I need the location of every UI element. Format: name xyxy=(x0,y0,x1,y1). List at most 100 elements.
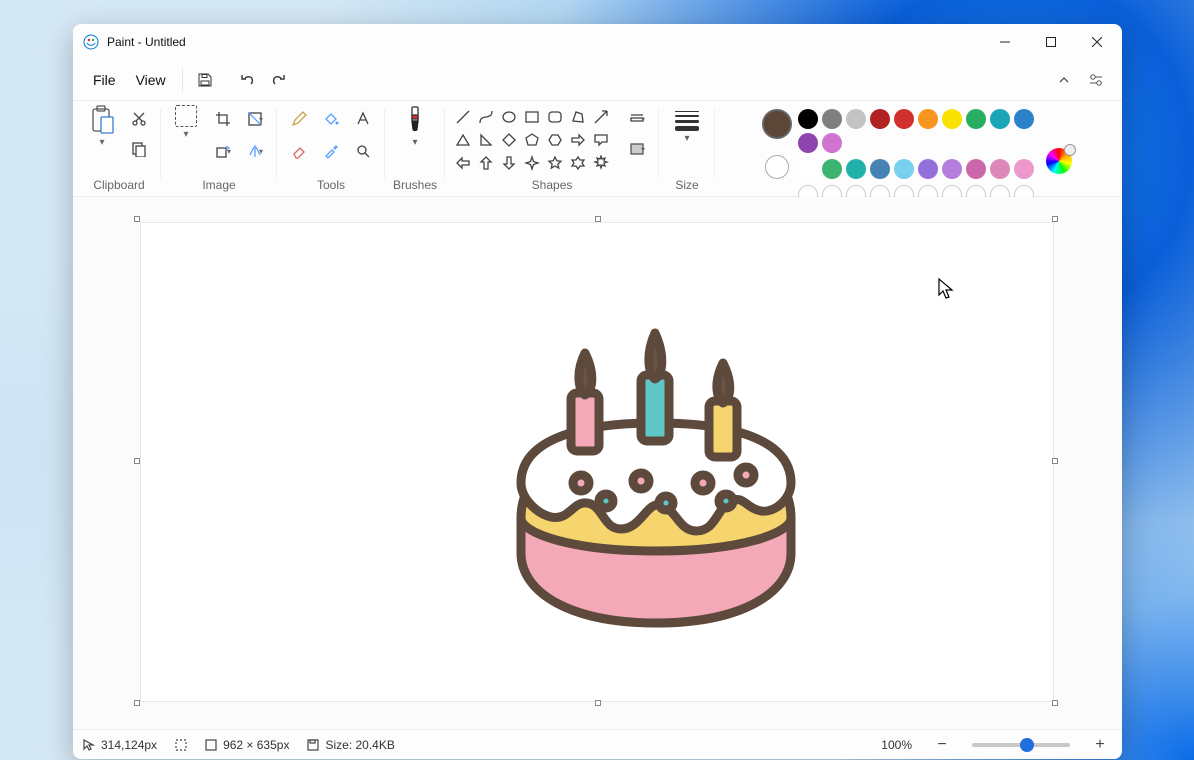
paste-button[interactable]: ▾ xyxy=(85,105,119,148)
group-label: Tools xyxy=(317,174,345,196)
shape-hexagon[interactable] xyxy=(545,130,565,150)
shape-oval[interactable] xyxy=(499,107,519,127)
settings-button[interactable] xyxy=(1080,64,1112,96)
edit-colors-button[interactable] xyxy=(1046,148,1072,174)
shape-star6[interactable] xyxy=(568,153,588,173)
color-swatch[interactable] xyxy=(798,133,818,153)
maximize-button[interactable] xyxy=(1028,24,1074,60)
coords-text: 314,124px xyxy=(101,738,157,752)
eraser-tool[interactable] xyxy=(285,137,313,165)
color-swatch[interactable] xyxy=(822,133,842,153)
dims-text: 962 × 635px xyxy=(223,738,289,752)
titlebar: Paint - Untitled xyxy=(73,24,1122,60)
resize-handle[interactable] xyxy=(1052,700,1058,706)
shape-fill-button[interactable]: ▾ xyxy=(623,135,651,163)
color-swatch[interactable] xyxy=(798,159,818,179)
shape-roundrect[interactable] xyxy=(545,107,565,127)
group-tools: Tools xyxy=(277,101,385,196)
color-swatch[interactable] xyxy=(918,109,938,129)
size-picker[interactable]: ▾ xyxy=(667,105,707,144)
paint-app-icon xyxy=(83,34,99,50)
shape-polygon[interactable] xyxy=(568,107,588,127)
color-swatch[interactable] xyxy=(798,109,818,129)
zoom-in-button[interactable]: + xyxy=(1088,737,1112,753)
canvas-area xyxy=(73,197,1122,729)
shape-curve[interactable] xyxy=(476,107,496,127)
shape-pentagon[interactable] xyxy=(522,130,542,150)
color-swatch[interactable] xyxy=(1014,109,1034,129)
group-clipboard: ▾ Clipboard xyxy=(77,101,161,196)
close-button[interactable] xyxy=(1074,24,1120,60)
minimize-button[interactable] xyxy=(982,24,1028,60)
zoom-out-button[interactable]: − xyxy=(930,737,954,753)
resize-handle[interactable] xyxy=(1052,458,1058,464)
pencil-tool[interactable] xyxy=(285,105,313,133)
resize-handle[interactable] xyxy=(134,458,140,464)
chevron-down-icon: ▾ xyxy=(685,133,690,144)
resize-handle[interactable] xyxy=(595,216,601,222)
shapes-gallery[interactable] xyxy=(453,105,611,173)
color-swatch[interactable] xyxy=(918,159,938,179)
color-swatch[interactable] xyxy=(822,109,842,129)
crop-button[interactable] xyxy=(209,105,237,133)
status-selection xyxy=(175,739,187,751)
color-swatch[interactable] xyxy=(894,109,914,129)
text-tool[interactable] xyxy=(349,105,377,133)
shape-triangle[interactable] xyxy=(453,130,473,150)
color-swatch[interactable] xyxy=(966,109,986,129)
shape-diamond[interactable] xyxy=(499,130,519,150)
color-swatch[interactable] xyxy=(870,109,890,129)
line-weights-icon xyxy=(675,111,699,131)
resize-handle[interactable] xyxy=(134,700,140,706)
menubar: File View xyxy=(73,60,1122,100)
fill-tool[interactable] xyxy=(317,105,345,133)
menu-view[interactable]: View xyxy=(126,66,176,94)
color-swatch[interactable] xyxy=(942,159,962,179)
menu-file[interactable]: File xyxy=(83,66,126,94)
shape-arrow-right[interactable] xyxy=(568,130,588,150)
cut-button[interactable] xyxy=(125,105,153,133)
color-picker-tool[interactable] xyxy=(317,137,345,165)
shape-star4[interactable] xyxy=(522,153,542,173)
shape-callout[interactable] xyxy=(591,130,611,150)
resize-handle[interactable] xyxy=(1052,216,1058,222)
color-swatch[interactable] xyxy=(894,159,914,179)
zoom-slider[interactable] xyxy=(972,743,1070,747)
shape-arrow-left[interactable] xyxy=(453,153,473,173)
color-swatch[interactable] xyxy=(846,159,866,179)
shape-line[interactable] xyxy=(453,107,473,127)
rotate-button[interactable]: ▾ xyxy=(209,137,237,165)
resize-button[interactable]: ▾ xyxy=(241,105,269,133)
resize-handle[interactable] xyxy=(595,700,601,706)
color-swatch[interactable] xyxy=(1014,159,1034,179)
color-1-swatch[interactable] xyxy=(762,109,792,139)
shape-star5[interactable] xyxy=(545,153,565,173)
shape-rect[interactable] xyxy=(522,107,542,127)
color-swatch[interactable] xyxy=(990,159,1010,179)
brush-picker[interactable]: ▾ xyxy=(398,105,432,148)
resize-handle[interactable] xyxy=(134,216,140,222)
shape-right-triangle[interactable] xyxy=(476,130,496,150)
collapse-ribbon-button[interactable] xyxy=(1048,64,1080,96)
shape-burst[interactable] xyxy=(591,153,611,173)
flip-button[interactable]: ▾ xyxy=(241,137,269,165)
copy-button[interactable] xyxy=(125,135,153,163)
magnifier-tool[interactable] xyxy=(349,137,377,165)
shape-outline-button[interactable]: ▾ xyxy=(623,105,651,133)
undo-button[interactable] xyxy=(231,64,263,96)
color-swatch[interactable] xyxy=(942,109,962,129)
color-2-swatch[interactable] xyxy=(765,155,789,179)
shape-arrow-down[interactable] xyxy=(499,153,519,173)
color-swatch[interactable] xyxy=(966,159,986,179)
color-swatch[interactable] xyxy=(870,159,890,179)
status-filesize: Size: 20.4KB xyxy=(307,738,394,752)
color-swatch[interactable] xyxy=(846,109,866,129)
redo-button[interactable] xyxy=(263,64,295,96)
select-button[interactable]: ▾ xyxy=(169,105,203,140)
color-swatch[interactable] xyxy=(822,159,842,179)
shape-arrow[interactable] xyxy=(591,107,611,127)
color-swatch[interactable] xyxy=(990,109,1010,129)
save-button[interactable] xyxy=(189,64,221,96)
canvas[interactable] xyxy=(141,223,1053,701)
shape-arrow-up[interactable] xyxy=(476,153,496,173)
